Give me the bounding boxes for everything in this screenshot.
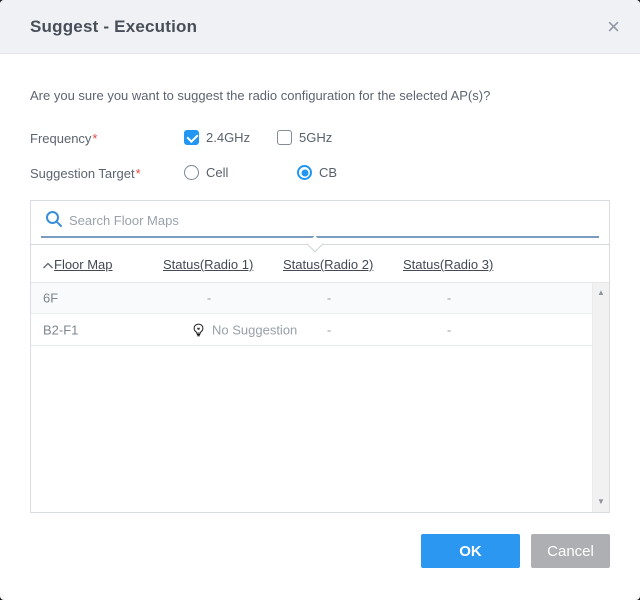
search-underline bbox=[41, 236, 599, 238]
vertical-scrollbar[interactable]: ▲ ▼ bbox=[592, 283, 609, 512]
checkbox-label: 2.4GHz bbox=[206, 130, 250, 145]
checkbox-2-4ghz[interactable]: 2.4GHz bbox=[184, 130, 250, 145]
search-input[interactable] bbox=[69, 207, 595, 233]
radio-cb[interactable]: CB bbox=[297, 165, 337, 180]
table-row[interactable]: B2-F1 No Suggestion - - bbox=[31, 314, 592, 346]
floor-map-panel: Floor Map Status(Radio 1) Status(Radio 2… bbox=[30, 200, 610, 513]
magnifier-icon bbox=[45, 210, 63, 228]
table-row[interactable]: 6F - - - bbox=[31, 283, 592, 314]
caret-up-icon[interactable] bbox=[42, 261, 54, 270]
confirmation-text: Are you sure you want to suggest the rad… bbox=[30, 88, 490, 103]
checkbox-icon-unchecked[interactable] bbox=[277, 130, 292, 145]
checkbox-5ghz[interactable]: 5GHz bbox=[277, 130, 332, 145]
dialog-header: Suggest - Execution × bbox=[0, 0, 640, 54]
lightbulb-icon bbox=[191, 322, 206, 337]
status-radio-1-cell: No Suggestion bbox=[191, 322, 297, 337]
radio-icon-unselected[interactable] bbox=[184, 165, 199, 180]
table-body: 6F - - - B2-F1 No Suggestion - - bbox=[31, 283, 592, 512]
frequency-field: Frequency* 2.4GHz 5GHz bbox=[0, 130, 640, 146]
suggest-execution-dialog: Suggest - Execution × Are you sure you w… bbox=[0, 0, 640, 600]
table-header: Floor Map Status(Radio 1) Status(Radio 2… bbox=[31, 245, 609, 283]
radio-icon-selected[interactable] bbox=[297, 165, 312, 180]
column-header-status-radio-2[interactable]: Status(Radio 2) bbox=[283, 257, 373, 272]
frequency-label: Frequency* bbox=[30, 131, 97, 146]
status-radio-1-cell: - bbox=[163, 291, 255, 306]
suggestion-target-label: Suggestion Target* bbox=[30, 166, 141, 181]
radio-label: CB bbox=[319, 165, 337, 180]
status-radio-2-cell: - bbox=[283, 291, 375, 306]
checkbox-icon-checked[interactable] bbox=[184, 130, 199, 145]
cancel-button[interactable]: Cancel bbox=[531, 534, 610, 568]
status-radio-3-cell: - bbox=[403, 291, 495, 306]
scroll-down-icon[interactable]: ▼ bbox=[593, 494, 609, 510]
dialog-title: Suggest - Execution bbox=[30, 17, 197, 37]
required-asterisk: * bbox=[92, 131, 97, 146]
column-header-status-radio-3[interactable]: Status(Radio 3) bbox=[403, 257, 493, 272]
column-header-floor-map[interactable]: Floor Map bbox=[54, 257, 113, 272]
floor-map-cell: 6F bbox=[43, 291, 58, 306]
column-header-status-radio-1[interactable]: Status(Radio 1) bbox=[163, 257, 253, 272]
search-bar bbox=[31, 201, 609, 244]
radio-label: Cell bbox=[206, 165, 228, 180]
ok-button[interactable]: OK bbox=[421, 534, 520, 568]
radio-cell[interactable]: Cell bbox=[184, 165, 228, 180]
status-radio-2-cell: - bbox=[283, 322, 375, 337]
suggestion-target-field: Suggestion Target* Cell CB bbox=[0, 165, 640, 181]
close-icon[interactable]: × bbox=[603, 14, 624, 40]
checkbox-label: 5GHz bbox=[299, 130, 332, 145]
required-asterisk: * bbox=[136, 166, 141, 181]
floor-map-cell: B2-F1 bbox=[43, 322, 78, 337]
status-radio-3-cell: - bbox=[403, 322, 495, 337]
scroll-up-icon[interactable]: ▲ bbox=[593, 285, 609, 301]
